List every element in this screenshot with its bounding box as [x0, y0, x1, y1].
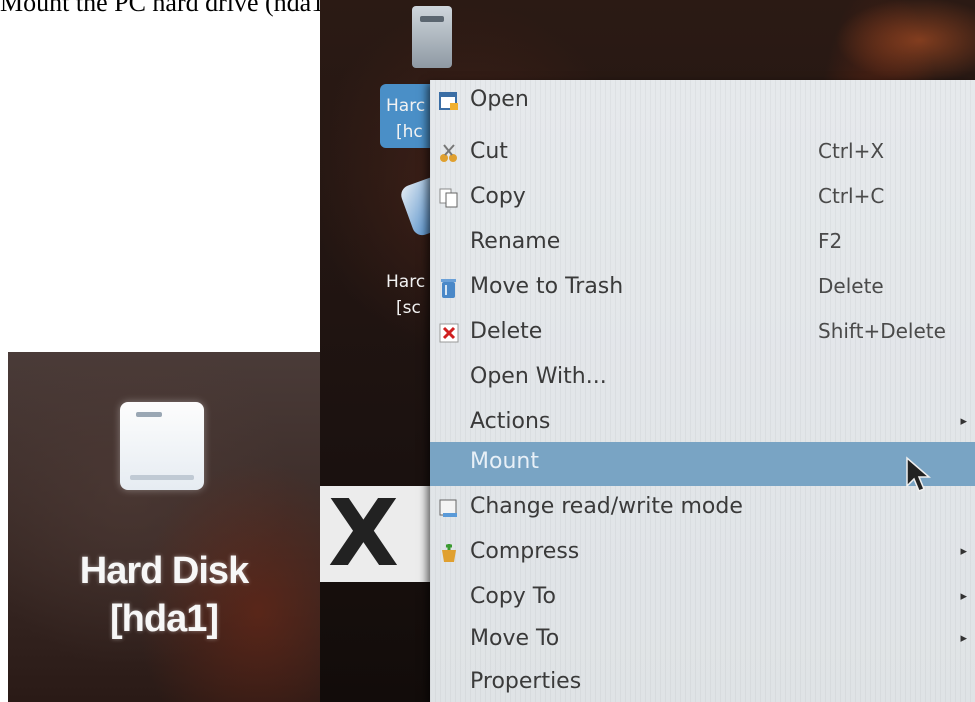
- menu-item-actions[interactable]: Actions ▸: [430, 402, 975, 446]
- menu-item-label: Copy: [470, 184, 526, 209]
- menu-item-label: Compress: [470, 539, 580, 564]
- tutorial-page: Mount the PC hard drive (hda1) : Harc [h…: [0, 0, 975, 702]
- trash-icon: [438, 276, 460, 300]
- menu-item-copy[interactable]: Copy Ctrl+C: [430, 177, 975, 221]
- menu-item-change-read-write-mode[interactable]: Change read/write mode: [430, 487, 975, 531]
- desktop-photo: Harc [hc Harc [sc X Open Cut Ctrl+X Copy…: [320, 0, 975, 702]
- compress-icon: [438, 541, 460, 565]
- menu-item-label: Move to Trash: [470, 274, 624, 299]
- menu-item-label: Cut: [470, 139, 508, 164]
- menu-item-copy-to[interactable]: Copy To ▸: [430, 577, 975, 621]
- menu-item-mount[interactable]: Mount: [430, 442, 975, 486]
- menu-item-label: Delete: [470, 319, 543, 344]
- menu-item-move-to-trash[interactable]: Move to Trash Delete: [430, 267, 975, 311]
- menu-item-label: Move To: [470, 626, 560, 651]
- menu-item-move-to[interactable]: Move To ▸: [430, 619, 975, 663]
- submenu-arrow-icon: ▸: [960, 544, 967, 559]
- submenu-arrow-icon: ▸: [960, 631, 967, 646]
- icon-label-line1: Hard Disk: [79, 550, 249, 592]
- desktop-icon-label: Harc: [386, 272, 426, 292]
- submenu-arrow-icon: ▸: [960, 414, 967, 429]
- menu-item-cut[interactable]: Cut Ctrl+X: [430, 132, 975, 176]
- menu-item-properties[interactable]: Properties: [430, 662, 975, 702]
- menu-item-label: Mount: [470, 449, 539, 474]
- context-menu: Open Cut Ctrl+X Copy Ctrl+C Rename F2 Mo…: [430, 80, 975, 702]
- menu-item-label: Open: [470, 87, 529, 112]
- menu-item-shortcut: F2: [818, 229, 843, 253]
- caption-text: Mount the PC hard drive (hda1) :: [0, 0, 347, 17]
- hard-disk-icon[interactable]: [412, 6, 452, 68]
- menu-item-label: Actions: [470, 409, 551, 434]
- background-window: X: [320, 486, 440, 582]
- menu-item-open[interactable]: Open: [430, 80, 975, 124]
- menu-item-label: Rename: [470, 229, 561, 254]
- submenu-arrow-icon: ▸: [960, 589, 967, 604]
- zoomed-icon-photo: Hard Disk [hda1]: [8, 352, 320, 702]
- delete-icon: [438, 321, 460, 345]
- icon-label-line2: [hda1]: [110, 598, 219, 640]
- desktop-icon-label: [hc: [396, 122, 423, 142]
- readwrite-icon: [438, 496, 460, 520]
- menu-item-label: Copy To: [470, 584, 556, 609]
- open-icon: [438, 89, 460, 113]
- menu-item-shortcut: Ctrl+C: [818, 184, 885, 208]
- desktop-icon-label: [sc: [396, 298, 421, 318]
- menu-item-label: Change read/write mode: [470, 494, 743, 519]
- menu-item-delete[interactable]: Delete Shift+Delete: [430, 312, 975, 356]
- menu-item-label: Properties: [470, 669, 582, 694]
- menu-item-shortcut: Shift+Delete: [818, 319, 946, 343]
- menu-item-label: Open With...: [470, 364, 607, 389]
- cut-icon: [438, 141, 460, 165]
- menu-item-shortcut: Delete: [818, 274, 884, 298]
- desktop-icon-label: Harc: [386, 96, 426, 116]
- copy-icon: [438, 186, 460, 210]
- menu-item-shortcut: Ctrl+X: [818, 139, 885, 163]
- menu-item-compress[interactable]: Compress ▸: [430, 532, 975, 576]
- menu-item-open-with[interactable]: Open With...: [430, 357, 975, 401]
- x-logo-icon: X: [328, 480, 399, 587]
- menu-item-rename[interactable]: Rename F2: [430, 222, 975, 266]
- hard-disk-icon[interactable]: [120, 402, 204, 490]
